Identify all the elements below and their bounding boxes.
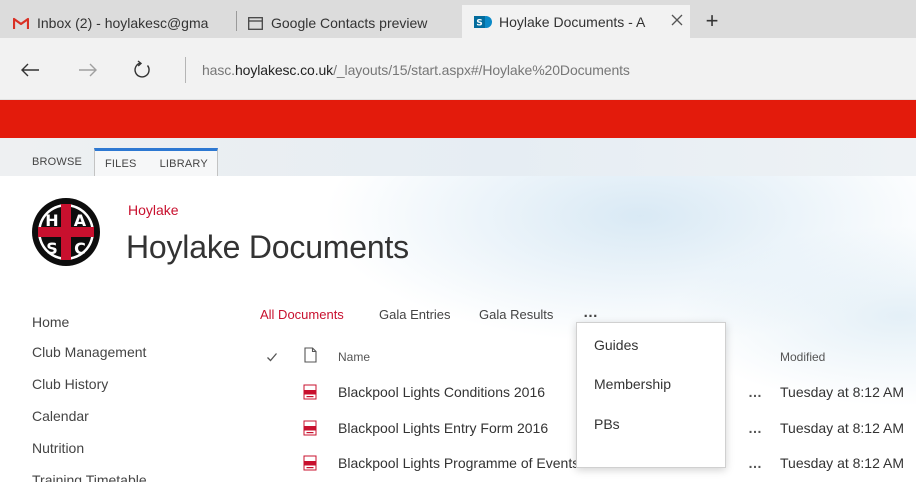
logo-letter: S xyxy=(46,239,58,258)
browser-tab-label: Google Contacts preview xyxy=(271,15,428,31)
row-menu-button[interactable]: … xyxy=(748,455,763,471)
checkmark-icon xyxy=(267,353,277,362)
page-title: Hoylake Documents xyxy=(126,229,409,265)
pdf-icon xyxy=(303,420,317,436)
modified-date: Tuesday at 8:12 AM xyxy=(780,384,904,400)
nav-item-club-history[interactable]: Club History xyxy=(32,376,108,392)
modified-date: Tuesday at 8:12 AM xyxy=(780,420,904,436)
dropdown-item-pbs[interactable]: PBs xyxy=(594,416,620,432)
more-views-dropdown: Guides Membership PBs xyxy=(576,322,726,468)
new-tab-button[interactable]: + xyxy=(700,10,724,34)
view-tab-gala-results[interactable]: Gala Results xyxy=(479,307,553,322)
document-link[interactable]: Blackpool Lights Conditions 2016 xyxy=(338,384,545,400)
browser-tab-contacts[interactable]: Google Contacts preview xyxy=(246,8,454,38)
url-path: /_layouts/15/start.aspx#/Hoylake%20Docum… xyxy=(333,62,630,78)
pdf-icon xyxy=(303,455,317,471)
logo-letter: C xyxy=(74,239,86,258)
sharepoint-icon: S xyxy=(474,13,492,31)
nav-item-training-timetable[interactable]: Training Timetable xyxy=(32,472,147,482)
ribbon-tabs: BROWSE FILES LIBRARY xyxy=(0,138,916,176)
nav-item-home[interactable]: Home xyxy=(32,314,69,330)
site-name-link[interactable]: Hoylake xyxy=(128,202,179,218)
ribbon-tab-browse[interactable]: BROWSE xyxy=(32,148,82,176)
row-menu-button[interactable]: … xyxy=(748,420,763,436)
address-bar-row: hasc.hoylakesc.co.uk/_layouts/15/start.a… xyxy=(0,38,916,100)
logo-letter: H xyxy=(45,211,58,230)
nav-item-club-management[interactable]: Club Management xyxy=(32,344,146,360)
refresh-icon xyxy=(134,60,150,78)
refresh-button[interactable] xyxy=(130,58,154,82)
browser-tab-bar: Inbox (2) - hoylakesc@gma Google Contact… xyxy=(0,0,916,38)
view-tab-gala-entries[interactable]: Gala Entries xyxy=(379,307,451,322)
logo-letter: A xyxy=(74,211,87,230)
nav-item-calendar[interactable]: Calendar xyxy=(32,408,89,424)
document-link[interactable]: Blackpool Lights Programme of Events 201… xyxy=(338,455,614,471)
address-divider xyxy=(185,57,186,83)
svg-text:S: S xyxy=(476,18,482,28)
view-tab-all-documents[interactable]: All Documents xyxy=(260,307,344,322)
column-header-name[interactable]: Name xyxy=(338,350,370,364)
tab-divider xyxy=(236,11,237,31)
gmail-icon xyxy=(12,14,30,32)
ribbon-tab-library[interactable]: LIBRARY xyxy=(160,158,208,170)
browser-tab-label: Hoylake Documents - A xyxy=(499,13,646,30)
forward-button[interactable] xyxy=(76,58,100,82)
browser-tab-label: Inbox (2) - hoylakesc@gma xyxy=(37,15,209,31)
document-icon xyxy=(304,347,317,363)
column-header-modified[interactable]: Modified xyxy=(780,350,825,364)
browser-tab-hoylake-documents[interactable]: S Hoylake Documents - A xyxy=(462,5,690,38)
modified-date: Tuesday at 8:12 AM xyxy=(780,455,904,471)
more-views-button[interactable]: … xyxy=(583,304,599,321)
file-type-header-icon xyxy=(304,347,317,363)
browser-tab-inbox[interactable]: Inbox (2) - hoylakesc@gma xyxy=(12,8,230,38)
pdf-icon xyxy=(303,384,317,400)
url-field[interactable]: hasc.hoylakesc.co.uk/_layouts/15/start.a… xyxy=(202,62,630,78)
url-domain: hoylakesc.co.uk xyxy=(234,62,334,78)
club-logo[interactable]: H A S C xyxy=(30,196,102,268)
close-tab-icon[interactable] xyxy=(670,13,684,27)
content-area xyxy=(0,176,916,482)
suite-bar xyxy=(0,100,916,138)
dropdown-item-membership[interactable]: Membership xyxy=(594,376,671,392)
document-link[interactable]: Blackpool Lights Entry Form 2016 xyxy=(338,420,548,436)
window-icon xyxy=(246,14,264,32)
dropdown-item-guides[interactable]: Guides xyxy=(594,337,638,353)
arrow-left-icon xyxy=(21,63,39,77)
arrow-right-icon xyxy=(79,63,97,77)
row-menu-button[interactable]: … xyxy=(748,384,763,400)
back-button[interactable] xyxy=(18,58,42,82)
select-all-checkmark[interactable] xyxy=(266,350,278,362)
nav-item-nutrition[interactable]: Nutrition xyxy=(32,440,84,456)
ribbon-tab-files[interactable]: FILES LIBRARY xyxy=(94,148,218,176)
